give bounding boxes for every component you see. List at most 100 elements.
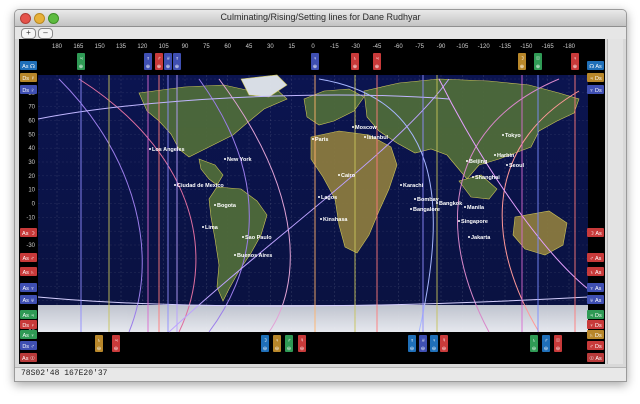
planet-glyph: ☿	[442, 338, 446, 344]
city-label: Sao Paulo	[245, 235, 272, 241]
planet-glyph: ♅	[421, 338, 425, 344]
line-badge-label: As ♄	[22, 270, 34, 276]
line-badge-label: ♀ Ds	[589, 323, 602, 329]
midheaven-glyph: ⊕	[146, 64, 150, 70]
city-marker	[352, 126, 354, 128]
longitude-tick-label: -15	[330, 44, 339, 50]
city-marker	[506, 164, 508, 166]
longitude-tick-label: -75	[415, 44, 424, 50]
city-label: Kinshasa	[323, 217, 348, 223]
city-marker	[242, 236, 244, 238]
planet-glyph: ♃	[114, 338, 118, 344]
city-marker	[502, 134, 504, 136]
line-badge-label: ♂ As	[590, 256, 602, 262]
imum-coeli-glyph: ⊖	[114, 346, 118, 352]
top-planet-markers: ♃ ⊕ ♆ ⊕ ♂ ⊕ ♅ ⊕ ♆ ⊕ ♀ ⊕ ♄ ⊕ ♃ ⊕ ☽ ⊕ ☉ ⊕ ♀ ⊕	[77, 53, 579, 70]
midheaven-glyph: ⊕	[313, 64, 317, 70]
window-title: Culminating/Rising/Setting lines for Dan…	[220, 12, 421, 22]
map-canvas[interactable]: 180 165 150 135 120 105 90 75 60 45 30 15 0 -15 -30 -45…	[19, 39, 605, 364]
city-marker	[318, 196, 320, 198]
midheaven-glyph: ⊕	[79, 64, 83, 70]
midheaven-glyph: ⊕	[175, 64, 179, 70]
city-label: Buenos Aires	[237, 253, 272, 259]
imum-coeli-glyph: ⊖	[432, 346, 436, 352]
line-badge-label: As ♂	[22, 256, 34, 262]
midheaven-glyph: ⊕	[157, 64, 161, 70]
line-badge-label: ♃ Ds	[589, 76, 602, 82]
longitude-tick-label: 30	[267, 44, 274, 50]
longitude-tick-label: 165	[73, 44, 84, 50]
planet-glyph: ♀	[313, 56, 317, 62]
planet-glyph: ♂	[157, 56, 161, 62]
line-badge-label: ♄ As	[590, 270, 602, 276]
city-label: Bangkok	[439, 201, 463, 207]
city-marker	[224, 158, 226, 160]
latitude-tick-label: -30	[26, 243, 35, 249]
longitude-tick-label: -105	[456, 44, 469, 50]
city-label: Harbin	[497, 153, 515, 159]
city-marker	[202, 226, 204, 228]
line-badge-label: Ds ♂	[22, 344, 34, 350]
longitude-tick-label: 135	[116, 44, 127, 50]
planet-glyph: ♄	[353, 56, 357, 62]
midheaven-glyph: ⊕	[166, 64, 170, 70]
city-marker	[466, 160, 468, 162]
longitude-tick-label: -120	[478, 44, 491, 50]
imum-coeli-glyph: ⊖	[421, 346, 425, 352]
latitude-tick-label: 70	[28, 105, 35, 111]
city-label: Lagos	[321, 195, 337, 201]
zoom-in-button[interactable]: +	[21, 28, 36, 39]
astrocartography-map[interactable]: 180 165 150 135 120 105 90 75 60 45 30 15 0 -15 -30 -45…	[19, 39, 605, 364]
line-badge-label: ♅ As	[590, 298, 602, 304]
city-label: Bangalore	[413, 207, 440, 213]
imum-coeli-glyph: ⊖	[410, 346, 414, 352]
city-label: Moscow	[355, 125, 377, 131]
right-line-badges: ☊ As ♃ Ds ♆ Ds ☽ As ♂ As ♄ As ♆ As ♅ As ♃ Ds ♀ Ds…	[587, 61, 604, 362]
line-badge-label: ☊ As	[589, 63, 602, 70]
longitude-tick-label: -150	[520, 44, 533, 50]
bottom-planet-markers: ♄ ⊖ ♃ ⊖ ☽ ⊖ ♀ ⊖ ♂ ⊖ ☿ ⊖ ♆ ⊖ ♅ ⊖ ♀ ⊖ ☿ ⊖ ♄ ⊖ ♂ ⊖ ☉ ⊖	[95, 335, 562, 352]
imum-coeli-glyph: ⊖	[97, 346, 101, 352]
line-badge-label: ♃ Ds	[589, 313, 602, 319]
vertical-scrollbar[interactable]	[607, 39, 623, 364]
imum-coeli-glyph: ⊖	[544, 346, 548, 352]
city-label: Singapore	[461, 219, 488, 225]
longitude-tick-label: -135	[499, 44, 512, 50]
planet-glyph: ☽	[263, 337, 268, 344]
city-marker	[400, 184, 402, 186]
city-label: Tokyo	[505, 133, 521, 139]
title-bar[interactable]: Culminating/Rising/Setting lines for Dan…	[15, 10, 626, 27]
zoom-out-button[interactable]: –	[38, 28, 53, 39]
latitude-tick-label: 20	[28, 174, 35, 180]
city-marker	[464, 206, 466, 208]
line-badge-label: Ds ☿	[22, 76, 34, 82]
planet-glyph: ♀	[573, 56, 577, 62]
planet-glyph: ♂	[544, 338, 548, 344]
city-marker	[494, 154, 496, 156]
city-label: Lima	[205, 225, 219, 231]
city-marker	[364, 136, 366, 138]
line-badge-label: ♆ Ds	[589, 88, 602, 94]
planet-glyph: ♄	[97, 338, 101, 344]
longitude-tick-label: 150	[95, 44, 106, 50]
city-marker	[174, 184, 176, 186]
line-badge-label: ☽ As	[589, 230, 602, 237]
line-badge-label: As ☉	[22, 355, 35, 362]
planet-glyph: ♀	[432, 338, 436, 344]
planet-glyph: ♃	[375, 56, 379, 62]
antarctica	[38, 305, 588, 332]
line-badge-label: As ♅	[22, 298, 34, 304]
city-marker	[234, 254, 236, 256]
city-label: Bombay	[417, 197, 440, 203]
status-bar: 78S02'48 167E20'37	[15, 367, 626, 381]
city-marker	[338, 174, 340, 176]
planet-glyph: ♂	[287, 338, 291, 344]
latitude-tick-label: 30	[28, 160, 35, 166]
latitude-tick-label: 0	[32, 202, 36, 208]
city-label: Ciudad de Mexico	[177, 183, 224, 189]
imum-coeli-glyph: ⊖	[442, 346, 446, 352]
longitude-tick-label: 0	[311, 44, 315, 50]
imum-coeli-glyph: ⊖	[556, 346, 560, 352]
longitude-tick-label: 180	[52, 44, 63, 50]
toolbar: + –	[15, 27, 626, 39]
